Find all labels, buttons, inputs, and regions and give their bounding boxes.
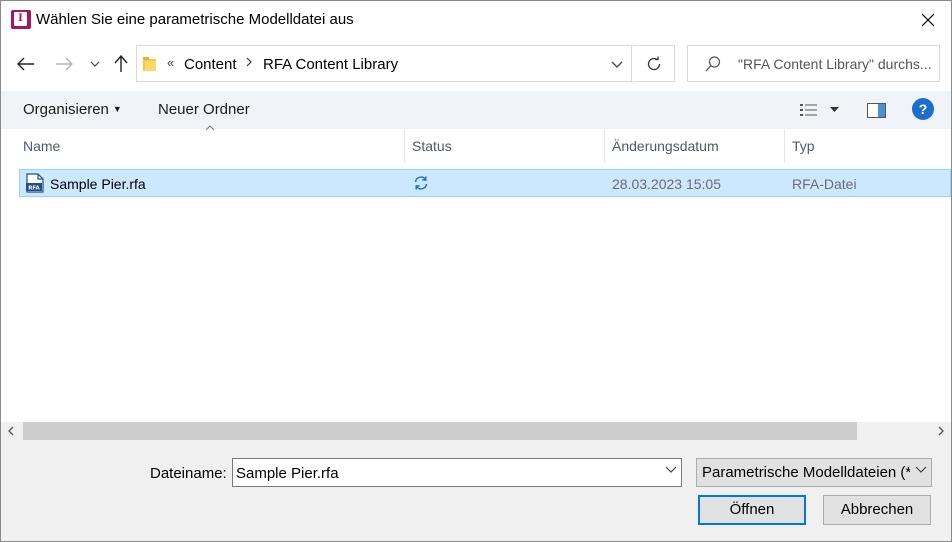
organize-menu-button[interactable]: Organisieren ▼ <box>23 101 122 118</box>
chevron-left-icon <box>8 426 14 436</box>
filename-combobox[interactable] <box>232 458 682 487</box>
chevron-down-icon[interactable] <box>665 466 677 473</box>
title-bar: I Wählen Sie eine parametrische Modellda… <box>1 1 951 39</box>
scroll-left-button[interactable] <box>3 424 19 438</box>
chevron-down-icon <box>915 466 927 473</box>
scroll-right-button[interactable] <box>933 424 949 438</box>
horizontal-scrollbar[interactable] <box>1 422 951 440</box>
preview-pane-icon <box>867 102 886 118</box>
refresh-icon <box>647 56 660 70</box>
filetype-value: Parametrische Modelldateien (* <box>702 464 910 481</box>
breadcrumb-overflow[interactable]: « <box>167 55 174 70</box>
open-button[interactable]: Öffnen <box>698 495 806 525</box>
help-button[interactable]: ? <box>912 98 934 120</box>
column-header-status[interactable]: Status <box>404 129 604 163</box>
window-title: Wählen Sie eine parametrische Modelldate… <box>36 11 354 28</box>
sync-icon <box>414 176 428 190</box>
refresh-button[interactable] <box>633 45 675 82</box>
arrow-up-icon <box>114 55 128 72</box>
back-button[interactable] <box>14 53 38 75</box>
file-row[interactable]: RFA Sample Pier.rfa 28.03.2023 15:05 RFA… <box>19 169 951 197</box>
new-folder-button[interactable]: Neuer Ordner <box>158 101 250 118</box>
address-bar[interactable]: « Content RFA Content Library <box>136 45 632 82</box>
arrow-left-icon <box>17 57 34 71</box>
folder-icon <box>143 57 156 71</box>
breadcrumb-content[interactable]: Content <box>184 56 237 73</box>
command-bar: Organisieren ▼ Neuer Ordner <box>1 91 951 129</box>
rfa-icon-label: RFA <box>28 186 40 192</box>
view-options-dropdown[interactable] <box>830 99 839 121</box>
caret-down-icon <box>830 107 839 112</box>
chevron-right-icon <box>938 426 944 436</box>
rfa-file-icon: RFA <box>26 173 44 193</box>
search-input[interactable] <box>738 53 936 75</box>
filename-input[interactable] <box>236 463 656 483</box>
organize-label: Organisieren <box>23 101 109 118</box>
caret-down-icon: ▼ <box>112 104 122 114</box>
file-date: 28.03.2023 15:05 <box>612 176 721 192</box>
change-view-button[interactable] <box>799 99 819 121</box>
file-type: RFA-Datei <box>792 176 857 192</box>
arrow-right-icon <box>56 57 73 71</box>
search-icon <box>705 56 721 72</box>
filetype-select[interactable]: Parametrische Modelldateien (* <box>696 458 932 487</box>
footer-panel: Dateiname: Parametrische Modelldateien (… <box>1 440 951 541</box>
app-icon: I <box>11 10 31 29</box>
search-box[interactable] <box>687 45 940 82</box>
column-header-type[interactable]: Typ <box>784 129 944 163</box>
recent-locations-button[interactable] <box>83 53 107 75</box>
file-open-dialog: I Wählen Sie eine parametrische Modellda… <box>0 0 952 542</box>
chevron-down-icon <box>90 61 100 67</box>
column-header-name[interactable]: Name <box>15 129 405 163</box>
app-icon-letter: I <box>14 12 27 26</box>
cancel-button[interactable]: Abbrechen <box>823 495 931 525</box>
scrollbar-thumb[interactable] <box>23 422 857 440</box>
details-view-icon <box>800 104 817 116</box>
address-dropdown-button[interactable] <box>605 54 629 74</box>
preview-pane-button[interactable] <box>867 99 886 121</box>
chevron-down-icon <box>611 61 623 68</box>
filename-label: Dateiname: <box>150 465 227 482</box>
breadcrumb-separator-icon[interactable] <box>245 56 253 71</box>
forward-button[interactable] <box>52 53 76 75</box>
breadcrumb-rfa-content-library[interactable]: RFA Content Library <box>263 56 398 73</box>
up-button[interactable] <box>109 53 133 75</box>
file-name: Sample Pier.rfa <box>50 176 146 192</box>
close-button[interactable] <box>905 1 951 39</box>
close-icon <box>921 13 935 27</box>
column-header-date[interactable]: Änderungsdatum <box>604 129 784 163</box>
